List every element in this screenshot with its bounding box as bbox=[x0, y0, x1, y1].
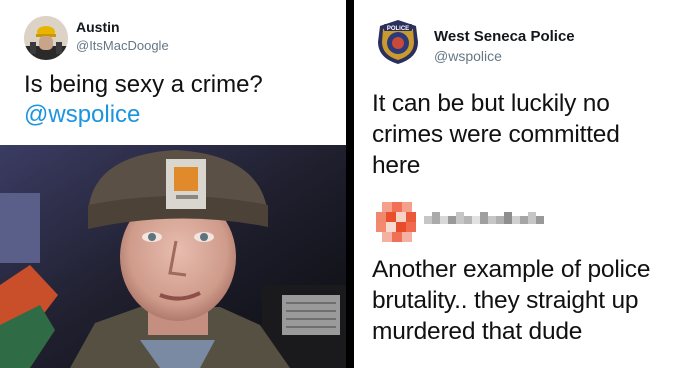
right-tweet-card: POLICE West Seneca Police @wspolice It c… bbox=[354, 0, 700, 368]
austin-avatar-icon[interactable] bbox=[24, 16, 68, 60]
austin-handle[interactable]: @ItsMacDoogle bbox=[76, 38, 169, 53]
mention-link[interactable]: @wspolice bbox=[24, 100, 344, 130]
left-tweet-text: Is being sexy a crime? @wspolice bbox=[24, 70, 344, 130]
police-tweet-text: It can be but luckily no crimes were com… bbox=[372, 88, 692, 181]
austin-name[interactable]: Austin bbox=[76, 19, 120, 35]
police-name[interactable]: West Seneca Police bbox=[434, 28, 575, 45]
police-badge-icon[interactable]: POLICE bbox=[374, 18, 422, 66]
badge-text: POLICE bbox=[387, 26, 409, 32]
panel-divider bbox=[346, 0, 354, 368]
police-tweet-line1: It can be but luckily no bbox=[372, 90, 610, 117]
police-tweet-line2: crimes were committed bbox=[372, 121, 620, 148]
reply-line3: murdered that dude bbox=[372, 318, 583, 345]
pixelated-avatar-icon[interactable] bbox=[374, 200, 418, 244]
police-handle[interactable]: @wspolice bbox=[434, 48, 502, 64]
reply-line2: brutality.. they straight up bbox=[372, 287, 639, 314]
reply-tweet-text: Another example of police brutality.. th… bbox=[372, 254, 700, 347]
reply-line1: Another example of police bbox=[372, 256, 651, 283]
pixelated-name bbox=[424, 212, 550, 228]
police-tweet-line3: here bbox=[372, 152, 421, 179]
left-tweet-line1: Is being sexy a crime? bbox=[24, 71, 263, 98]
left-tweet-card: Austin @ItsMacDoogle Is being sexy a cri… bbox=[0, 0, 346, 368]
selfie-photo[interactable] bbox=[0, 145, 346, 368]
